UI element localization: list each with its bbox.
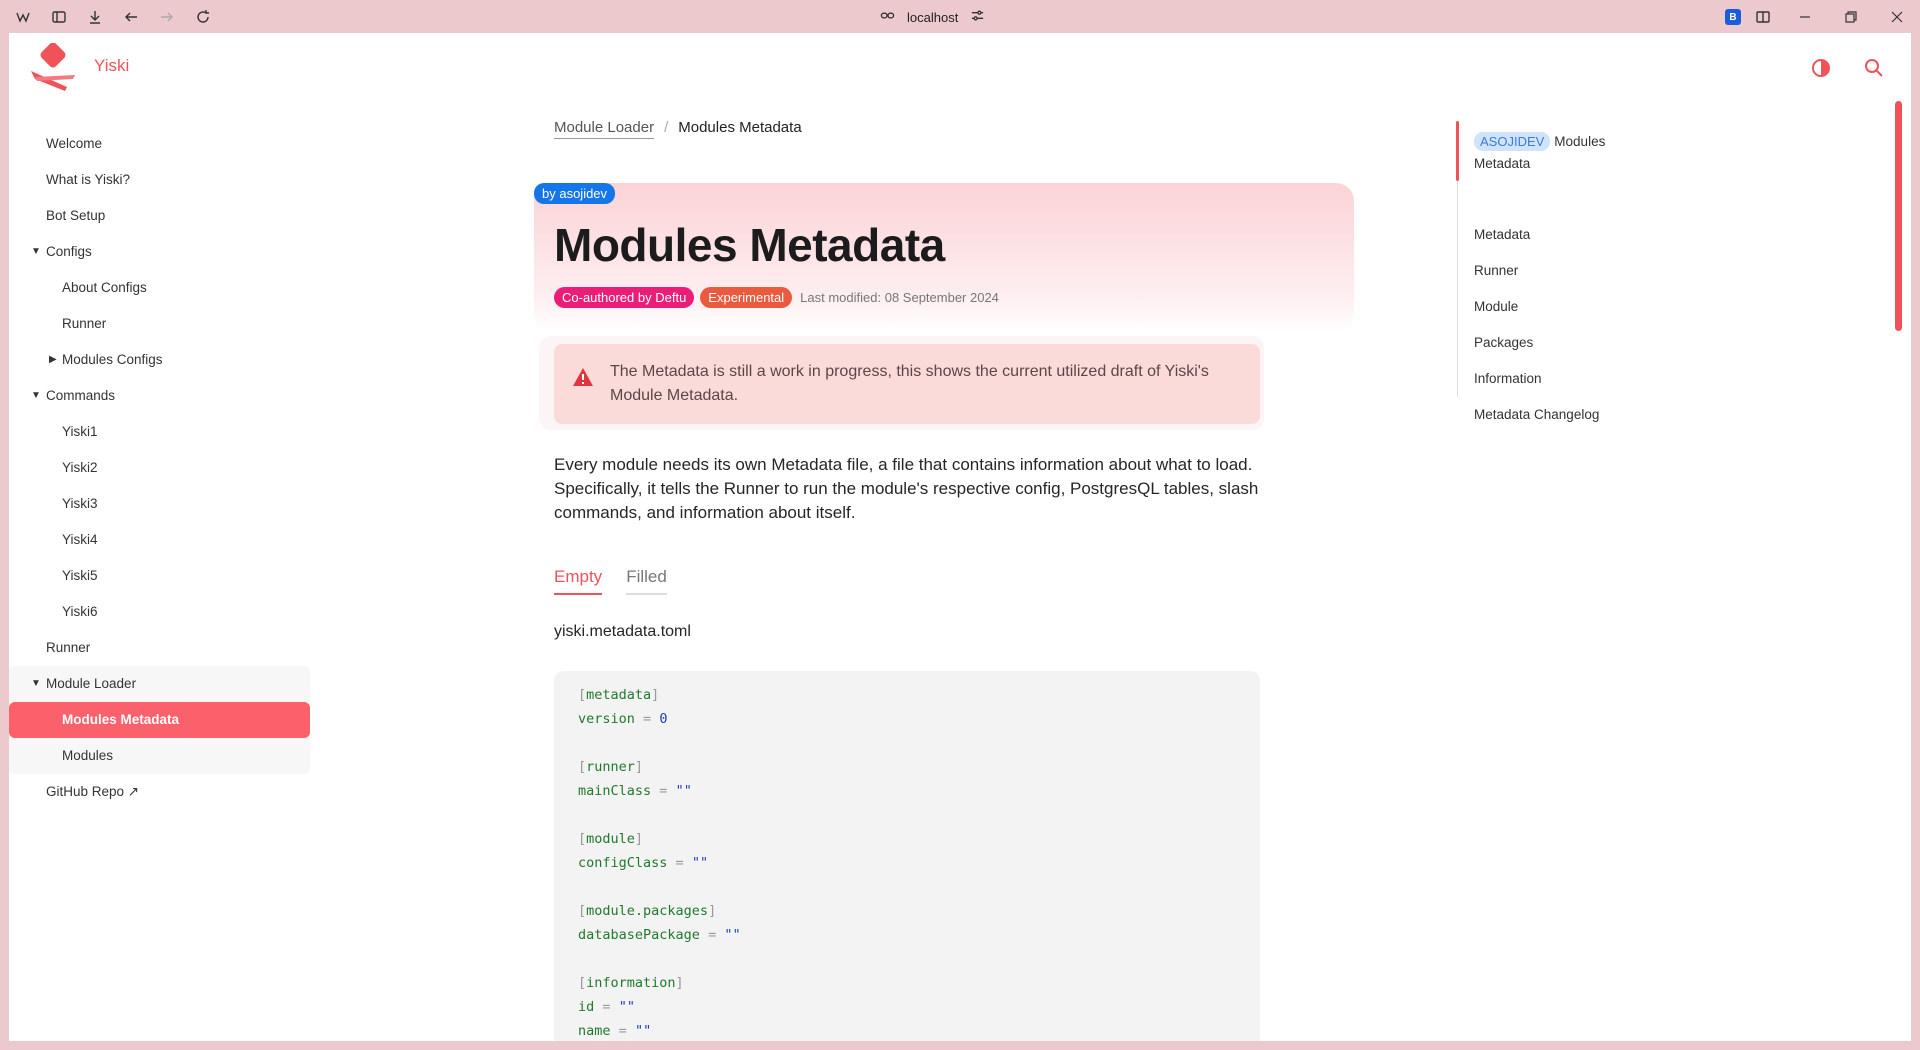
- forward-icon[interactable]: [156, 6, 178, 28]
- toc-item-runner[interactable]: Runner: [1474, 263, 1518, 278]
- site-title[interactable]: Yiski: [94, 56, 129, 76]
- toc-item-metadata-changelog[interactable]: Metadata Changelog: [1474, 407, 1599, 422]
- page-scrollbar[interactable]: [1895, 101, 1902, 331]
- back-icon[interactable]: [120, 6, 142, 28]
- sidebar-item-configs-runner[interactable]: Runner: [9, 306, 309, 342]
- toc-author-tag: ASOJIDEV: [1474, 132, 1551, 151]
- callout-text: The Metadata is still a work in progress…: [610, 363, 1209, 404]
- url-text: localhost: [907, 9, 959, 25]
- code-line: databasePackage = "": [578, 927, 741, 943]
- toc-item-modules-metadata[interactable]: ASOJIDEV Modules Metadata: [1474, 131, 1694, 175]
- sidebar-toggle-icon[interactable]: [48, 6, 70, 28]
- sidebar-group-module-loader: ▼ Module Loader Modules Metadata Modules: [9, 666, 310, 774]
- sidebar-item-yiski1[interactable]: Yiski1: [9, 414, 309, 450]
- sidebar-item-modules-configs[interactable]: ▶ Modules Configs: [9, 342, 309, 378]
- close-icon[interactable]: [1886, 6, 1908, 28]
- sidebar-item-yiski2[interactable]: Yiski2: [9, 450, 309, 486]
- breadcrumb-separator: /: [664, 119, 669, 136]
- table-of-contents: ASOJIDEV Modules Metadata Metadata Runner …: [1456, 121, 1708, 422]
- sidebar-item-yiski6[interactable]: Yiski6: [9, 594, 309, 630]
- sidebar-item-modules[interactable]: Modules: [9, 738, 310, 774]
- sidebar-item-yiski3[interactable]: Yiski3: [9, 486, 309, 522]
- toc-active-indicator: [1456, 121, 1459, 181]
- code-line: [information]: [578, 975, 684, 991]
- toc-item-information[interactable]: Information: [1474, 371, 1542, 386]
- yiski-logo-icon[interactable]: [29, 42, 79, 93]
- reload-icon[interactable]: [192, 6, 214, 28]
- sidebar-nav: Welcome What is Yiski? Bot Setup ▼ Config…: [9, 126, 310, 810]
- code-line: name = "": [578, 1023, 652, 1039]
- sidebar-item-runner[interactable]: Runner: [9, 630, 309, 666]
- toc-item-metadata[interactable]: Metadata: [1474, 227, 1530, 242]
- sidebar-item-modules-metadata[interactable]: Modules Metadata: [9, 702, 310, 738]
- split-view-icon[interactable]: [1752, 6, 1774, 28]
- code-line: [module]: [578, 831, 644, 847]
- caret-right-icon: ▶: [49, 354, 57, 365]
- code-line: id = "": [578, 999, 635, 1015]
- author-pill[interactable]: by asojidev: [534, 183, 616, 204]
- browser-menu-icon[interactable]: [12, 6, 34, 28]
- restore-icon[interactable]: [1840, 6, 1862, 28]
- breadcrumb: Module Loader / Modules Metadata: [554, 119, 802, 139]
- caret-down-icon: ▼: [31, 246, 41, 257]
- sidebar-item-bot-setup[interactable]: Bot Setup: [9, 198, 309, 234]
- article-meta: Co-authored by Deftu Experimental Last m…: [554, 287, 999, 308]
- breadcrumb-current: Modules Metadata: [678, 119, 802, 136]
- sidebar-item-github-repo[interactable]: GitHub Repo ↗: [9, 774, 309, 810]
- code-line: [runner]: [578, 759, 644, 775]
- code-tabs: Empty Filled: [554, 567, 667, 595]
- status-badge: Experimental: [700, 287, 793, 308]
- toc-item-module[interactable]: Module: [1474, 299, 1518, 314]
- toc-item-packages[interactable]: Packages: [1474, 335, 1533, 350]
- code-line: version = 0: [578, 711, 668, 727]
- warning-callout: The Metadata is still a work in progress…: [554, 344, 1260, 424]
- minimize-icon[interactable]: [1794, 6, 1816, 28]
- download-icon[interactable]: [84, 6, 106, 28]
- sidebar-item-module-loader[interactable]: ▼ Module Loader: [9, 666, 310, 702]
- search-icon[interactable]: [1859, 53, 1889, 83]
- sidebar-item-what-is-yiski[interactable]: What is Yiski?: [9, 162, 309, 198]
- sidebar-item-about-configs[interactable]: About Configs: [9, 270, 309, 306]
- caret-down-icon: ▼: [31, 390, 41, 401]
- coauthor-badge: Co-authored by Deftu: [554, 287, 695, 308]
- bitwarden-extension-icon[interactable]: B: [1722, 6, 1744, 28]
- sidebar-item-commands[interactable]: ▼ Commands: [9, 378, 309, 414]
- main-content: Module Loader / Modules Metadata by asojid…: [534, 33, 1384, 1041]
- address-bar[interactable]: localhost: [880, 6, 985, 28]
- intro-paragraph: Every module needs its own Metadata file…: [554, 455, 1259, 522]
- tab-empty[interactable]: Empty: [554, 567, 603, 595]
- code-line: configClass = "": [578, 855, 709, 871]
- last-modified-text: Last modified: 08 September 2024: [800, 290, 999, 305]
- code-line: mainClass = "": [578, 783, 692, 799]
- caret-down-icon: ▼: [31, 678, 41, 689]
- page-title: Modules Metadata: [554, 219, 945, 271]
- code-line: [module.packages]: [578, 903, 717, 919]
- docs-page: Yiski Welcome What is Yiski? Bot Setup ▼…: [9, 33, 1911, 1041]
- sidebar-item-yiski4[interactable]: Yiski4: [9, 522, 309, 558]
- code-block[interactable]: [metadata] version = 0 [runner] mainClas…: [554, 671, 1260, 1041]
- sidebar-item-yiski5[interactable]: Yiski5: [9, 558, 309, 594]
- sidebar-item-configs[interactable]: ▼ Configs: [9, 234, 309, 270]
- link-icon: [880, 8, 895, 26]
- theme-toggle-icon[interactable]: [1806, 53, 1836, 83]
- browser-toolbar: localhost B: [0, 0, 1920, 33]
- site-settings-icon[interactable]: [970, 8, 985, 26]
- tab-filled[interactable]: Filled: [626, 567, 667, 595]
- code-line: [metadata]: [578, 687, 660, 703]
- breadcrumb-module-loader[interactable]: Module Loader: [554, 119, 655, 139]
- code-filename: yiski.metadata.toml: [554, 623, 691, 640]
- warning-icon: [573, 368, 593, 386]
- sidebar-item-welcome[interactable]: Welcome: [9, 126, 309, 162]
